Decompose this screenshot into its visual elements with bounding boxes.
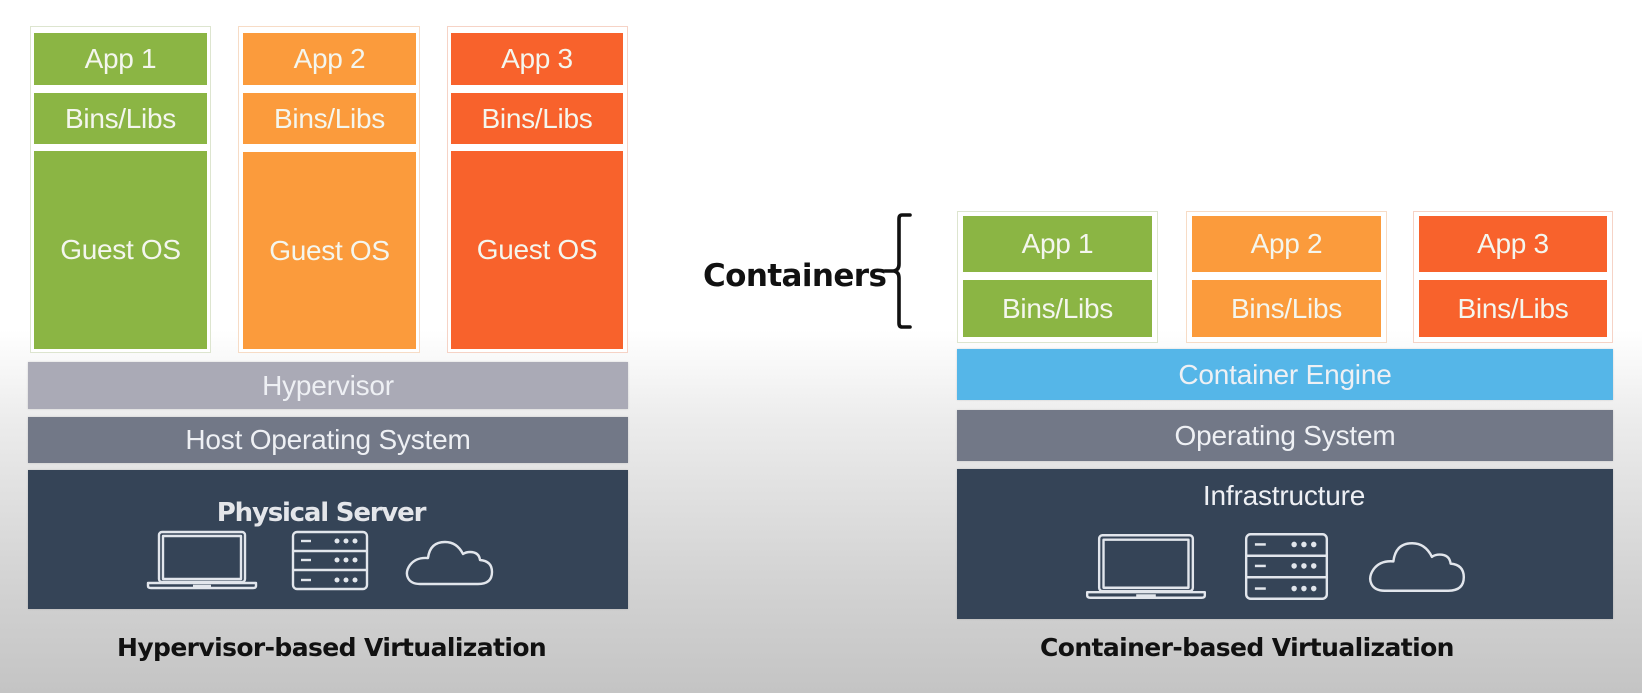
container-3-libs: Bins/Libs bbox=[1419, 280, 1607, 337]
vm-1-app: App 1 bbox=[34, 33, 207, 85]
containers-label: Containers bbox=[703, 258, 887, 294]
cloud-icon bbox=[404, 540, 494, 586]
physical-server-label: Physical Server bbox=[216, 498, 427, 528]
vm-2-libs: Bins/Libs bbox=[243, 93, 416, 144]
hypervisor-caption: Hypervisor-based Virtualization bbox=[117, 633, 547, 662]
vm-2-app: App 2 bbox=[243, 33, 416, 85]
laptop-icon bbox=[146, 530, 258, 590]
container-2-libs: Bins/Libs bbox=[1192, 280, 1381, 337]
container-3-app: App 3 bbox=[1419, 216, 1607, 272]
vm-2-guest-os: Guest OS bbox=[243, 152, 416, 349]
vm-1-guest-os: Guest OS bbox=[34, 151, 207, 349]
vm-1-libs: Bins/Libs bbox=[34, 93, 207, 144]
container-caption: Container-based Virtualization bbox=[1040, 633, 1454, 662]
container-1-libs: Bins/Libs bbox=[963, 280, 1152, 337]
vm-3-app: App 3 bbox=[451, 33, 623, 85]
operating-system-layer: Operating System bbox=[957, 410, 1613, 461]
hypervisor-layer: Hypervisor bbox=[28, 362, 628, 409]
laptop-icon bbox=[1085, 533, 1207, 600]
container-engine-layer: Container Engine bbox=[957, 349, 1613, 400]
infrastructure-label: Infrastructure bbox=[1202, 480, 1366, 511]
brace-icon bbox=[880, 212, 912, 330]
host-os-layer: Host Operating System bbox=[28, 417, 628, 463]
container-1-app: App 1 bbox=[963, 216, 1152, 272]
vm-3-guest-os: Guest OS bbox=[451, 151, 623, 349]
server-rack-icon bbox=[1244, 532, 1329, 601]
cloud-icon bbox=[1367, 541, 1466, 593]
server-rack-icon bbox=[291, 530, 369, 591]
container-2-app: App 2 bbox=[1192, 216, 1381, 272]
vm-3-libs: Bins/Libs bbox=[451, 93, 623, 144]
